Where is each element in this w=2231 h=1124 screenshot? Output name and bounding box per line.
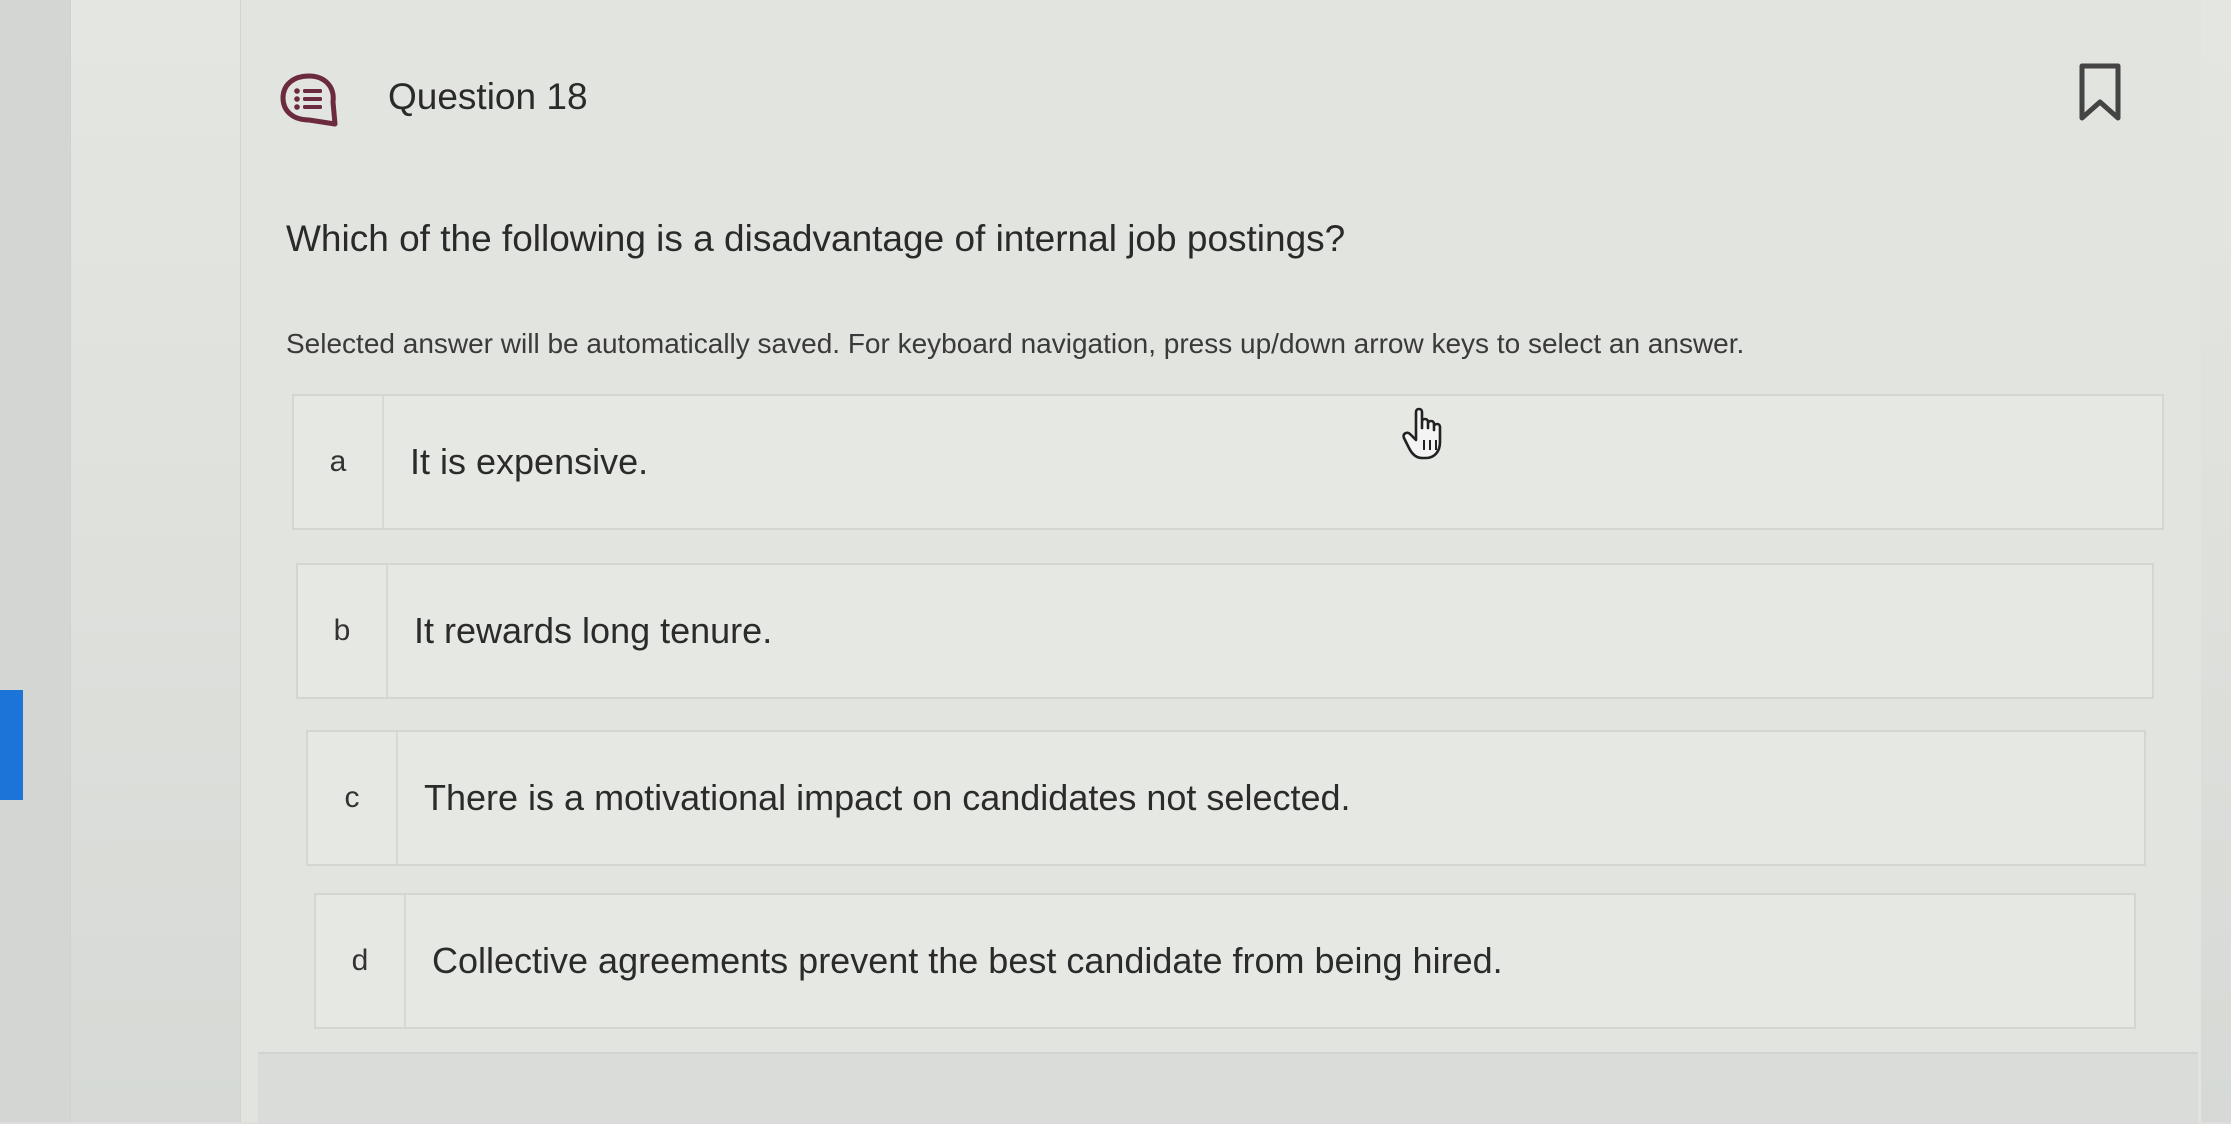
question-title: Question 18 [388, 76, 588, 117]
option-text: There is a motivational impact on candid… [424, 777, 1351, 818]
next-question-card-edge [258, 1052, 2198, 1124]
answer-option-b[interactable]: b It rewards long tenure. [296, 563, 2154, 699]
option-text: Collective agreements prevent the best c… [432, 940, 1503, 981]
left-navigation-strip [0, 0, 71, 1122]
navigation-accent-bar[interactable] [0, 690, 23, 800]
question-header: Question 18 [278, 66, 2158, 138]
option-letter: d [316, 895, 406, 1027]
option-text: It rewards long tenure. [414, 610, 773, 651]
bookmark-icon[interactable] [2078, 62, 2122, 122]
option-letter: b [298, 565, 388, 697]
option-text: It is expensive. [410, 441, 649, 482]
question-text: Which of the following is a disadvantage… [286, 218, 1346, 259]
option-letter: c [308, 732, 398, 864]
hand-pointer-cursor-icon [1400, 406, 1452, 462]
answer-option-a[interactable]: a It is expensive. [292, 394, 2164, 530]
instructions-text: Selected answer will be automatically sa… [286, 328, 1745, 359]
answer-option-c[interactable]: c There is a motivational impact on cand… [306, 730, 2146, 866]
question-list-bubble-icon [278, 72, 340, 128]
option-letter: a [294, 396, 384, 528]
answer-option-d[interactable]: d Collective agreements prevent the best… [314, 893, 2136, 1029]
